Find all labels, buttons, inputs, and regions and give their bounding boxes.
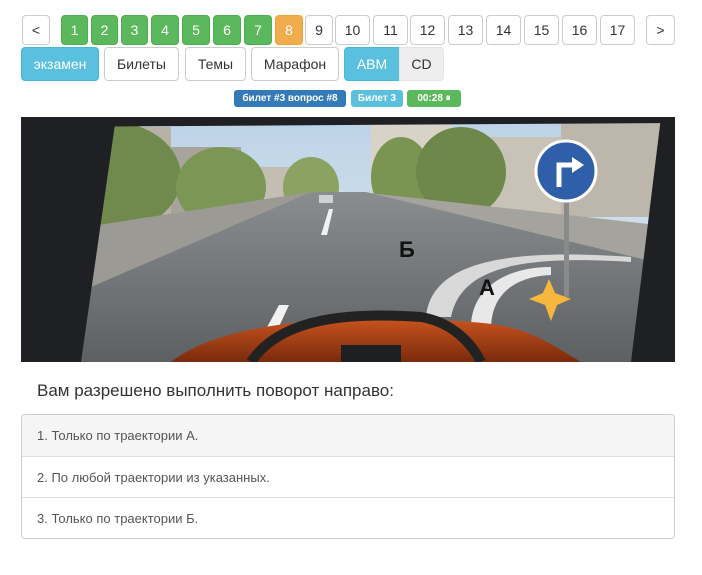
ticket-question-badge: билет #3 вопрос #8 <box>234 90 346 107</box>
page-button-15[interactable]: 15 <box>524 15 559 45</box>
next-page-button[interactable]: > <box>646 15 675 45</box>
trajectory-b-label: Б <box>399 237 415 262</box>
timer-badge[interactable]: 00:28 ⏸ <box>407 90 461 107</box>
topics-button[interactable]: Темы <box>185 47 246 81</box>
category-abm-button[interactable]: ABM <box>344 47 400 81</box>
answer-list: 1. Только по траектории А. 2. По любой т… <box>21 414 675 539</box>
page-button-9[interactable]: 9 <box>305 15 333 45</box>
page-button-3[interactable]: 3 <box>121 15 148 45</box>
exam-mode-button[interactable]: экзамен <box>21 47 99 81</box>
road-scene-illustration: Б А <box>21 117 675 362</box>
answer-option-3[interactable]: 3. Только по траектории Б. <box>22 497 674 538</box>
prev-page-button[interactable]: < <box>22 15 50 45</box>
page-button-12[interactable]: 12 <box>410 15 445 45</box>
marathon-button[interactable]: Марафон <box>251 47 339 81</box>
page-button-7[interactable]: 7 <box>244 15 272 45</box>
page-button-16[interactable]: 16 <box>562 15 597 45</box>
page-button-10[interactable]: 10 <box>335 15 370 45</box>
ticket-badge: Билет 3 <box>351 90 403 107</box>
answer-option-2[interactable]: 2. По любой траектории из указанных. <box>22 456 674 497</box>
answer-option-1[interactable]: 1. Только по траектории А. <box>22 415 674 456</box>
page-button-8[interactable]: 8 <box>275 15 303 45</box>
tickets-button[interactable]: Билеты <box>104 47 179 81</box>
question-text: Вам разрешено выполнить поворот направо: <box>37 381 394 400</box>
page-button-13[interactable]: 13 <box>448 15 483 45</box>
page-button-2[interactable]: 2 <box>91 15 118 45</box>
page-button-5[interactable]: 5 <box>182 15 210 45</box>
page-button-4[interactable]: 4 <box>151 15 179 45</box>
page-button-14[interactable]: 14 <box>486 15 521 45</box>
page-button-1[interactable]: 1 <box>61 15 88 45</box>
question-image: Б А <box>21 117 675 362</box>
trajectory-a-label: А <box>479 275 495 300</box>
page-button-11[interactable]: 11 <box>373 15 408 45</box>
page-button-17[interactable]: 17 <box>600 15 635 45</box>
page-button-6[interactable]: 6 <box>213 15 241 45</box>
question-pagination: < 1 2 3 4 5 6 7 8 9 10 11 12 13 14 15 16… <box>22 15 676 45</box>
category-cd-button[interactable]: CD <box>399 47 444 81</box>
